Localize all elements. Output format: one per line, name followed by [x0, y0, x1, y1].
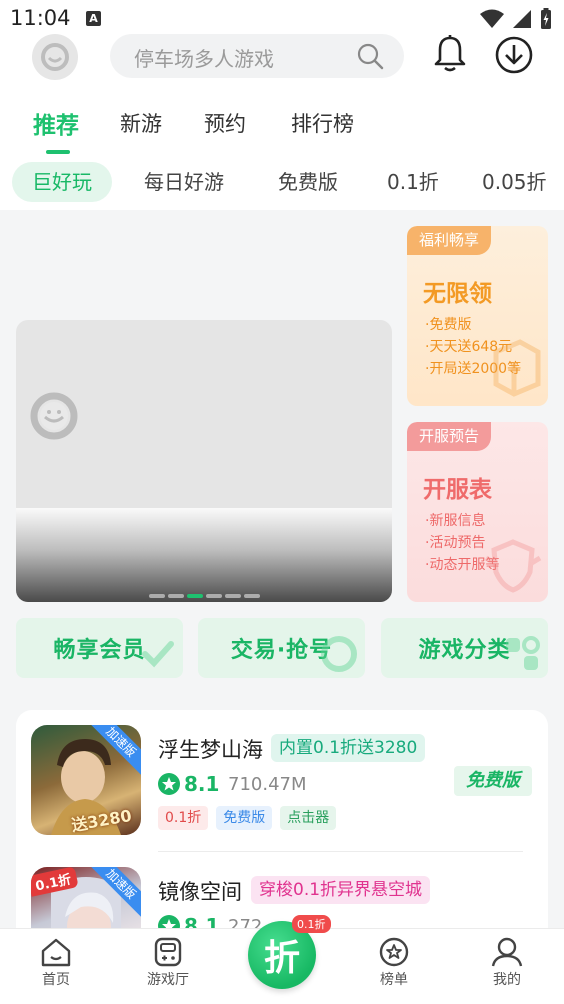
subtab-discount-01[interactable]: 0.1折 — [387, 162, 439, 202]
vip-membership-button[interactable]: 畅享会员 — [16, 618, 183, 678]
server-schedule-card[interactable]: 开服预告 开服表 ·新服信息 ·活动预告 ·动态开服等 — [407, 422, 548, 602]
list-item-game[interactable]: 加速版 送3280 浮生梦山海 内置0.1折送3280 8.1 710.47M … — [16, 710, 548, 852]
tab-active-indicator — [46, 150, 70, 154]
tag-discount: 0.1折 — [158, 806, 209, 830]
download-icon[interactable] — [494, 35, 534, 75]
sub-tabs: 巨好玩 每日好游 免费版 0.1折 0.05折 — [0, 162, 564, 202]
status-bar: 11:04 A — [0, 0, 564, 38]
search-placeholder: 停车场多人游戏 — [134, 47, 274, 71]
star-icon — [158, 773, 180, 795]
discount-center-badge: 0.1折 — [292, 915, 331, 933]
avatar[interactable] — [32, 34, 78, 80]
carousel-dots — [16, 594, 392, 598]
tab-ranking[interactable]: 排行榜 — [291, 108, 354, 138]
tab-recommend[interactable]: 推荐 — [33, 106, 79, 140]
app-logo-icon — [41, 43, 69, 71]
game-name[interactable]: 浮生梦山海 — [158, 734, 263, 764]
welfare-line: ·免费版 — [425, 317, 472, 333]
ranking-star-icon — [379, 937, 409, 967]
battery-icon — [541, 8, 551, 29]
banner-placeholder-logo-icon — [30, 392, 78, 440]
carousel-dot[interactable] — [148, 594, 165, 598]
header: 停车场多人游戏 推荐 新游 预约 排行榜 巨好玩 每日好游 免费版 0.1折 0… — [0, 34, 564, 210]
subtab-discount-005[interactable]: 0.05折 — [482, 162, 547, 202]
game-promo-tag: 穿梭0.1折异界悬空城 — [251, 876, 431, 904]
server-card-title: 开服表 — [423, 477, 492, 503]
server-line: ·新服信息 — [425, 513, 486, 529]
discount-center-button[interactable]: 折 0.1折 — [248, 915, 331, 989]
nav-home[interactable]: 首页 — [16, 937, 96, 989]
nav-mine-label: 我的 — [493, 972, 521, 988]
nav-ranking-label: 榜单 — [380, 972, 408, 988]
nav-ranking[interactable]: 榜单 — [354, 937, 434, 989]
carousel-dot-active[interactable] — [186, 594, 203, 598]
gift-box-icon — [493, 339, 541, 397]
search-icon[interactable] — [356, 42, 384, 70]
carousel-dot[interactable] — [224, 594, 241, 598]
user-icon — [491, 937, 523, 967]
welfare-card[interactable]: 福利畅享 无限领 ·免费版 ·天天送648元 ·开局送2000等 — [407, 226, 548, 406]
game-promo-tag: 内置0.1折送3280 — [271, 734, 426, 762]
subtab-daily-good[interactable]: 每日好游 — [144, 162, 224, 202]
bell-icon[interactable] — [432, 33, 468, 73]
nav-game-hall-label: 游戏厅 — [147, 972, 189, 988]
main-tabs: 推荐 新游 预约 排行榜 — [0, 104, 564, 154]
game-icon[interactable]: 加速版 送3280 — [31, 725, 141, 835]
game-rating: 8.1 — [158, 772, 219, 796]
game-tags: 0.1折 免费版 点击器 — [158, 806, 337, 830]
rating-value: 8.1 — [184, 772, 220, 796]
gamepad-icon — [154, 937, 182, 967]
subtab-super-fun[interactable]: 巨好玩 — [12, 162, 112, 202]
welfare-card-title: 无限领 — [423, 281, 492, 307]
search-input[interactable]: 停车场多人游戏 — [110, 34, 404, 78]
carousel-dot[interactable] — [205, 594, 222, 598]
nav-game-hall[interactable]: 游戏厅 — [128, 937, 208, 989]
bottom-nav: 首页 游戏厅 折 0.1折 榜单 我的 — [0, 915, 564, 1004]
subtab-free-version[interactable]: 免费版 — [278, 162, 338, 202]
server-card-tag: 开服预告 — [407, 422, 492, 451]
nav-mine[interactable]: 我的 — [467, 937, 547, 989]
game-name[interactable]: 镜像空间 — [158, 876, 242, 906]
shield-wings-icon — [484, 539, 542, 593]
tag-free-version: 免费版 — [216, 806, 273, 830]
game-category-button[interactable]: 游戏分类 — [381, 618, 548, 678]
carousel-dot[interactable] — [167, 594, 184, 598]
trade-account-button[interactable]: 交易·抢号 — [198, 618, 365, 678]
welfare-card-tag: 福利畅享 — [407, 226, 492, 255]
home-icon — [41, 938, 71, 967]
carousel-dot[interactable] — [243, 594, 260, 598]
check-shield-icon — [142, 641, 174, 668]
wifi-icon — [480, 9, 504, 28]
status-time: 11:04 — [10, 6, 71, 30]
banner-carousel[interactable] — [16, 320, 392, 602]
tab-reservation[interactable]: 预约 — [204, 108, 246, 138]
coin-icon — [321, 636, 357, 672]
tab-new-games[interactable]: 新游 — [120, 108, 162, 138]
status-icons — [480, 8, 552, 30]
game-size: 710.47M — [228, 774, 307, 795]
nav-home-label: 首页 — [42, 972, 70, 988]
discount-center-char: 折 — [263, 938, 300, 979]
notification-icon: A — [86, 11, 101, 26]
free-version-badge[interactable]: 免费版 — [454, 766, 532, 796]
banner-gradient — [16, 508, 392, 602]
grid-icon — [506, 636, 540, 670]
signal-icon — [513, 10, 531, 28]
tag-clicker: 点击器 — [280, 806, 337, 830]
